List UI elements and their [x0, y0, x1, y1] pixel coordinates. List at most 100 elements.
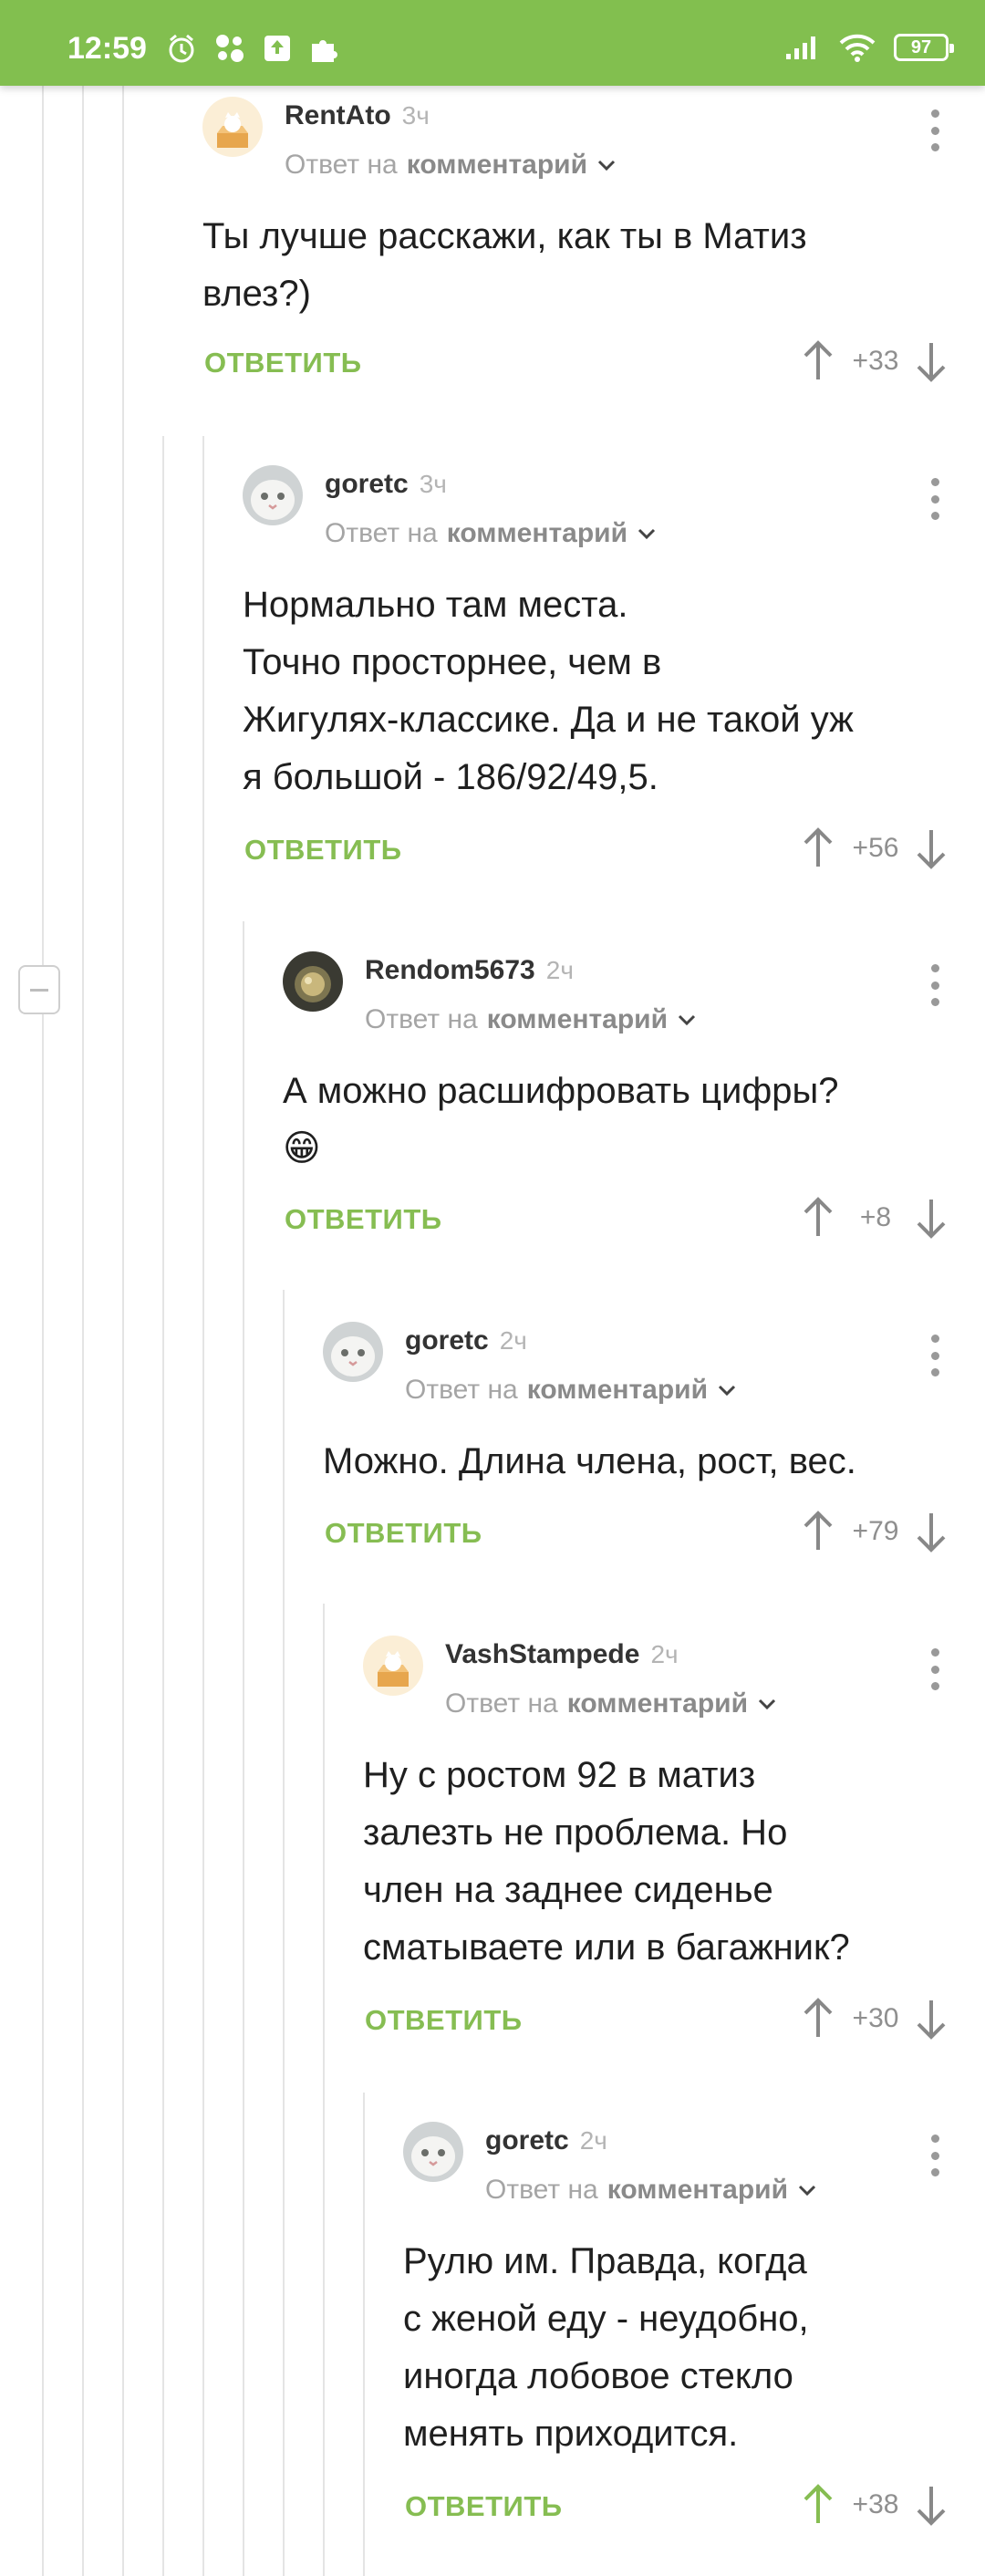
collapse-thread-button[interactable]	[18, 965, 60, 1014]
wifi-icon	[839, 34, 876, 62]
chevron-down-icon	[638, 528, 656, 540]
more-options-icon[interactable]	[921, 964, 949, 1006]
comment-text: Можно. Длина члена, рост, вес.	[323, 1433, 856, 1491]
comment-actions: ОТВЕТИТЬ +8	[285, 1196, 949, 1241]
chevron-down-icon	[597, 160, 616, 171]
reply-prefix: Ответ на	[365, 1004, 478, 1034]
chevron-down-icon	[718, 1385, 736, 1397]
vote-controls: +38	[801, 2483, 949, 2527]
reply-prefix: Ответ на	[325, 518, 438, 548]
comment-text-line: А можно расшифровать цифры?	[283, 1071, 839, 1111]
more-options-icon[interactable]	[921, 1335, 949, 1376]
author-name[interactable]: goretc	[485, 2125, 569, 2155]
downvote-icon[interactable]	[914, 1997, 949, 2041]
puzzle-icon	[312, 40, 337, 62]
thread-line	[363, 2093, 365, 2576]
author-name[interactable]: goretc	[405, 1325, 489, 1356]
reply-button[interactable]: ОТВЕТИТЬ	[325, 1517, 482, 1550]
upvote-icon[interactable]	[801, 826, 835, 870]
downvote-icon[interactable]	[914, 1196, 949, 1240]
reply-target: комментарий	[446, 518, 628, 548]
downvote-icon[interactable]	[914, 1510, 949, 1553]
comment-text-line: Можно. Длина члена, рост, вес.	[323, 1441, 856, 1481]
comment-text-line: Жигулях-классике. Да и не такой уж	[243, 700, 854, 740]
reply-button[interactable]: ОТВЕТИТЬ	[365, 2004, 523, 2037]
author-name[interactable]: RentAto	[285, 100, 391, 130]
vote-controls: +8	[801, 1196, 949, 1240]
reply-prefix: Ответ на	[485, 2175, 598, 2205]
vote-controls: +30	[801, 1997, 949, 2041]
downvote-icon[interactable]	[914, 2483, 949, 2527]
downvote-icon[interactable]	[914, 826, 949, 870]
white-cat-avatar-icon	[243, 465, 303, 525]
white-cat-avatar-icon	[323, 1322, 383, 1382]
reply-button[interactable]: ОТВЕТИТЬ	[285, 1203, 442, 1236]
avatar[interactable]	[403, 2122, 463, 2182]
avatar[interactable]	[323, 1322, 383, 1382]
comment: RentAto 3ч Ответ на комментарий Ты лучше р…	[202, 97, 949, 398]
score: +79	[852, 1516, 899, 1546]
reply-target: комментарий	[607, 2175, 789, 2205]
thread-line	[122, 86, 124, 2576]
thread-line	[202, 436, 204, 2576]
reply-to[interactable]: Ответ на комментарий	[485, 2175, 817, 2206]
upvote-icon[interactable]	[801, 1196, 835, 1240]
score: +30	[852, 2003, 899, 2033]
comment-text: Нормально там места. Точно просторнее, ч…	[243, 576, 854, 806]
upvote-icon[interactable]	[801, 1997, 835, 2041]
reply-to[interactable]: Ответ на комментарий	[445, 1688, 777, 1719]
upvote-icon[interactable]	[801, 1510, 835, 1553]
comment-text: Рулю им. Правда, когда с женой еду - неу…	[403, 2233, 809, 2463]
author-name[interactable]: Rendom5673	[365, 955, 535, 985]
avatar[interactable]	[283, 951, 343, 1012]
comment-time: 2ч	[499, 1326, 527, 1355]
more-options-icon[interactable]	[921, 478, 949, 520]
more-options-icon[interactable]	[921, 1648, 949, 1690]
comment-time: 2ч	[650, 1640, 679, 1668]
comment-text-line: менять приходится.	[403, 2414, 739, 2454]
signal-icon	[786, 36, 815, 59]
avatar[interactable]	[202, 97, 263, 157]
reply-to[interactable]: Ответ на комментарий	[365, 1004, 697, 1035]
comment-actions: ОТВЕТИТЬ +79	[325, 1510, 949, 1555]
vote-controls: +56	[801, 826, 949, 870]
comment: goretc 2ч Ответ на комментарий Можно. Длин…	[323, 1322, 949, 1559]
reply-to[interactable]: Ответ на комментарий	[325, 518, 657, 549]
author-name[interactable]: goretc	[325, 469, 409, 499]
comment-text: Ну с ростом 92 в матиз залезть не пробле…	[363, 1747, 850, 1977]
clock: 12:59	[67, 31, 147, 66]
avatar[interactable]	[363, 1636, 423, 1696]
comment-text-line: иногда лобовое стекло	[403, 2356, 793, 2396]
comment-text: А можно расшифровать цифры? 😁	[283, 1063, 838, 1178]
reply-target: комментарий	[566, 1688, 749, 1719]
photo-avatar-icon	[283, 951, 343, 1012]
comment-text-line: залезть не проблема. Но	[363, 1813, 788, 1853]
comment-time: 2ч	[579, 2126, 607, 2155]
comment-text-line: член на заднее сиденье	[363, 1870, 773, 1910]
alarm-icon	[169, 34, 194, 63]
reply-button[interactable]: ОТВЕТИТЬ	[405, 2490, 563, 2523]
upvote-icon[interactable]	[801, 2483, 835, 2527]
chevron-down-icon	[798, 2185, 816, 2197]
reply-to[interactable]: Ответ на комментарий	[285, 150, 617, 181]
comment: VashStampede 2ч Ответ на комментарий Ну с …	[363, 1636, 949, 2046]
upvote-icon[interactable]	[801, 339, 835, 383]
comment-text-line: я большой - 186/92/49,5.	[243, 757, 658, 797]
thread-line	[283, 1290, 285, 2576]
thread-line	[82, 86, 84, 2576]
comment: goretc 3ч Ответ на комментарий Нормально т…	[243, 465, 949, 885]
avatar[interactable]	[243, 465, 303, 525]
thread-line	[162, 436, 164, 2576]
comment-text-line: Точно просторнее, чем в	[243, 642, 662, 682]
more-options-icon[interactable]	[921, 109, 949, 151]
downvote-icon[interactable]	[914, 339, 949, 383]
white-cat-avatar-icon	[403, 2122, 463, 2182]
reply-to[interactable]: Ответ на комментарий	[405, 1375, 737, 1406]
reply-prefix: Ответ на	[285, 150, 398, 180]
reply-button[interactable]: ОТВЕТИТЬ	[244, 834, 402, 867]
cat-in-box-avatar-icon	[202, 97, 263, 157]
comment-time: 3ч	[401, 101, 430, 130]
reply-button[interactable]: ОТВЕТИТЬ	[204, 347, 362, 379]
more-options-icon[interactable]	[921, 2135, 949, 2176]
author-name[interactable]: VashStampede	[445, 1639, 639, 1669]
